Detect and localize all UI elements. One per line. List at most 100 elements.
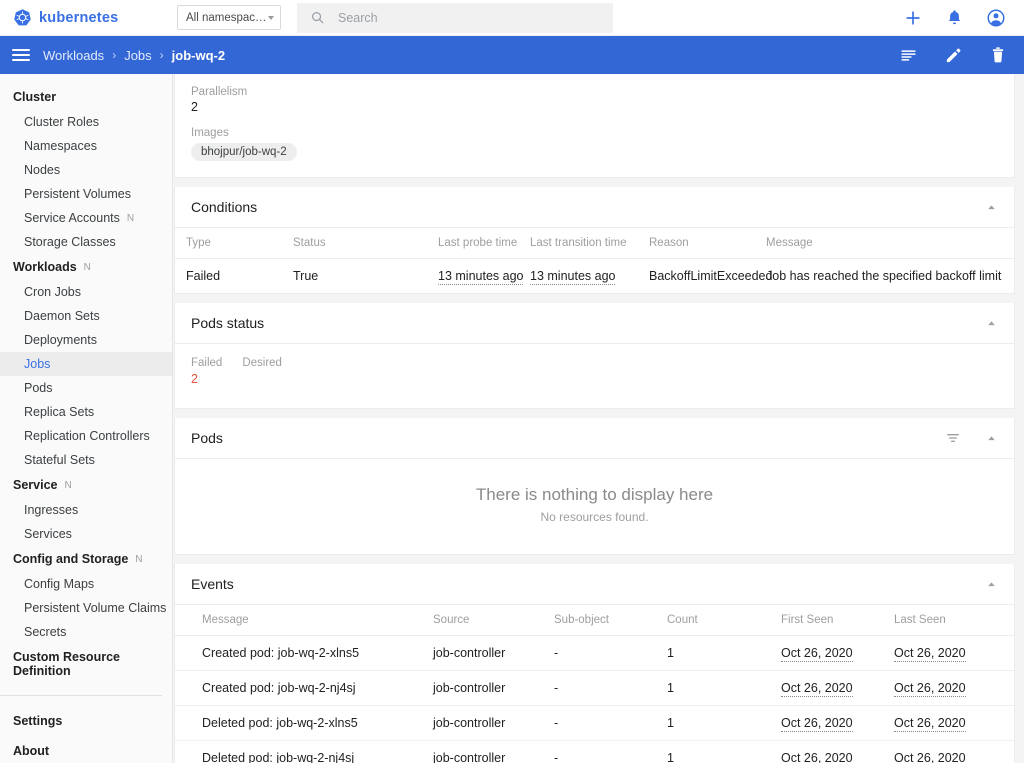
pods-card: Pods (174, 418, 1015, 555)
date-value[interactable]: Oct 26, 2020 (894, 716, 966, 732)
relative-time[interactable]: 13 minutes ago (530, 269, 615, 285)
date-value[interactable]: Oct 26, 2020 (781, 681, 853, 697)
sidebar-group-service[interactable]: Service N (0, 472, 172, 498)
breadcrumb-item-current: job-wq-2 (172, 48, 225, 63)
relative-time[interactable]: 13 minutes ago (438, 269, 523, 285)
sidebar-item-stateful-sets[interactable]: Stateful Sets (0, 448, 172, 472)
events-header: Events (175, 564, 1014, 605)
date-value[interactable]: Oct 26, 2020 (781, 751, 853, 763)
sidebar-item-label: Ingresses (24, 503, 78, 517)
pods-header: Pods (175, 418, 1014, 459)
pods-empty-subtitle: No resources found. (175, 510, 1014, 524)
pods-status-body: Failed 2 Desired (175, 344, 1014, 408)
cell-first-seen: Oct 26, 2020 (781, 671, 894, 706)
search-input[interactable] (338, 11, 588, 25)
table-row: Deleted pod: job-wq-2-nj4sj job-controll… (175, 741, 1014, 763)
conditions-header-actions (985, 201, 998, 214)
sidebar-item-cron-jobs[interactable]: Cron Jobs (0, 280, 172, 304)
hamburger-menu-icon[interactable] (12, 49, 30, 61)
chevron-up-icon[interactable] (985, 578, 998, 591)
col-last-transition-time: Last transition time (530, 228, 649, 259)
logo[interactable]: kubernetes (0, 8, 170, 27)
breadcrumb-item-jobs[interactable]: Jobs (124, 48, 151, 63)
job-details-body: Parallelism 2 Images bhojpur/job-wq-2 (175, 74, 1014, 177)
sidebar-item-jobs[interactable]: Jobs (0, 352, 172, 376)
sidebar-group-label: Cluster (13, 90, 56, 104)
sidebar-item-settings[interactable]: Settings (0, 706, 172, 736)
images-label: Images (191, 127, 998, 139)
cell-message: Deleted pod: job-wq-2-nj4sj (175, 741, 433, 763)
sidebar-item-persistent-volumes[interactable]: Persistent Volumes (0, 182, 172, 206)
cell-source: job-controller (433, 671, 554, 706)
namespaced-badge: N (127, 213, 134, 224)
col-reason: Reason (649, 228, 766, 259)
events-table-head: Message Source Sub-object Count First Se… (175, 605, 1014, 636)
sidebar-item-label: Service Accounts (24, 211, 120, 225)
cell-status: True (293, 259, 438, 294)
sidebar-group-workloads[interactable]: Workloads N (0, 254, 172, 280)
search-icon (310, 10, 325, 25)
cell-last-seen: Oct 26, 2020 (894, 636, 1014, 671)
sidebar-item-label: Replica Sets (24, 405, 94, 419)
sidebar-item-ingresses[interactable]: Ingresses (0, 498, 172, 522)
namespaced-badge: N (64, 480, 71, 491)
account-circle-icon[interactable] (986, 8, 1006, 28)
sidebar-item-nodes[interactable]: Nodes (0, 158, 172, 182)
chevron-up-icon[interactable] (985, 432, 998, 445)
trash-icon[interactable] (989, 46, 1007, 64)
breadcrumb-separator-icon: › (112, 48, 116, 62)
plus-icon[interactable] (903, 8, 923, 28)
sidebar-item-service-accounts[interactable]: Service Accounts N (0, 206, 172, 230)
sidebar-group-cluster[interactable]: Cluster (0, 84, 172, 110)
sidebar-item-secrets[interactable]: Secrets (0, 620, 172, 644)
chevron-up-icon[interactable] (985, 317, 998, 330)
date-value[interactable]: Oct 26, 2020 (894, 751, 966, 763)
sidebar-group-config-and-storage[interactable]: Config and Storage N (0, 546, 172, 572)
pods-title: Pods (191, 430, 223, 446)
sidebar-item-replication-controllers[interactable]: Replication Controllers (0, 424, 172, 448)
filter-list-icon[interactable] (945, 430, 961, 446)
logs-icon[interactable] (899, 46, 918, 65)
table-row: Failed True 13 minutes ago 13 minutes ag… (175, 259, 1014, 294)
sidebar-item-pods[interactable]: Pods (0, 376, 172, 400)
sidebar-item-storage-classes[interactable]: Storage Classes (0, 230, 172, 254)
pods-empty-title: There is nothing to display here (175, 485, 1014, 505)
namespace-selector[interactable]: All namespac… (177, 5, 281, 30)
main-content: Parallelism 2 Images bhojpur/job-wq-2 Co… (173, 74, 1024, 763)
sidebar-item-namespaces[interactable]: Namespaces (0, 134, 172, 158)
pods-status-desired-label: Desired (242, 357, 282, 369)
pods-status-header-actions (985, 317, 998, 330)
sidebar-item-label: Jobs (24, 357, 50, 371)
col-message: Message (766, 228, 1014, 259)
sidebar-item-daemon-sets[interactable]: Daemon Sets (0, 304, 172, 328)
logo-text: kubernetes (39, 10, 118, 26)
table-row: Created pod: job-wq-2-xlns5 job-controll… (175, 636, 1014, 671)
pencil-icon[interactable] (944, 46, 963, 65)
chevron-up-icon[interactable] (985, 201, 998, 214)
search-bar[interactable] (297, 3, 613, 33)
events-table: Message Source Sub-object Count First Se… (175, 605, 1014, 763)
col-source: Source (433, 605, 554, 636)
sidebar-item-persistent-volume-claims[interactable]: Persistent Volume Claims (0, 596, 172, 620)
conditions-table-body: Failed True 13 minutes ago 13 minutes ag… (175, 259, 1014, 294)
sidebar-item-config-maps[interactable]: Config Maps (0, 572, 172, 596)
sidebar-item-label: Stateful Sets (24, 453, 95, 467)
sidebar-item-services[interactable]: Services (0, 522, 172, 546)
sidebar-item-custom-resource-definition[interactable]: Custom Resource Definition (0, 644, 172, 684)
cell-source: job-controller (433, 741, 554, 763)
chevron-down-icon (268, 16, 274, 20)
breadcrumb-item-workloads[interactable]: Workloads (43, 48, 104, 63)
date-value[interactable]: Oct 26, 2020 (781, 716, 853, 732)
bell-icon[interactable] (945, 8, 964, 27)
date-value[interactable]: Oct 26, 2020 (781, 646, 853, 662)
sidebar-item-deployments[interactable]: Deployments (0, 328, 172, 352)
sidebar-item-cluster-roles[interactable]: Cluster Roles (0, 110, 172, 134)
sidebar-item-about[interactable]: About (0, 736, 172, 763)
breadcrumb: Workloads › Jobs › job-wq-2 (43, 48, 225, 63)
table-header-row: Type Status Last probe time Last transit… (175, 228, 1014, 259)
breadcrumb-bar: Workloads › Jobs › job-wq-2 (0, 36, 1024, 74)
cell-source: job-controller (433, 706, 554, 741)
date-value[interactable]: Oct 26, 2020 (894, 646, 966, 662)
date-value[interactable]: Oct 26, 2020 (894, 681, 966, 697)
sidebar-item-replica-sets[interactable]: Replica Sets (0, 400, 172, 424)
